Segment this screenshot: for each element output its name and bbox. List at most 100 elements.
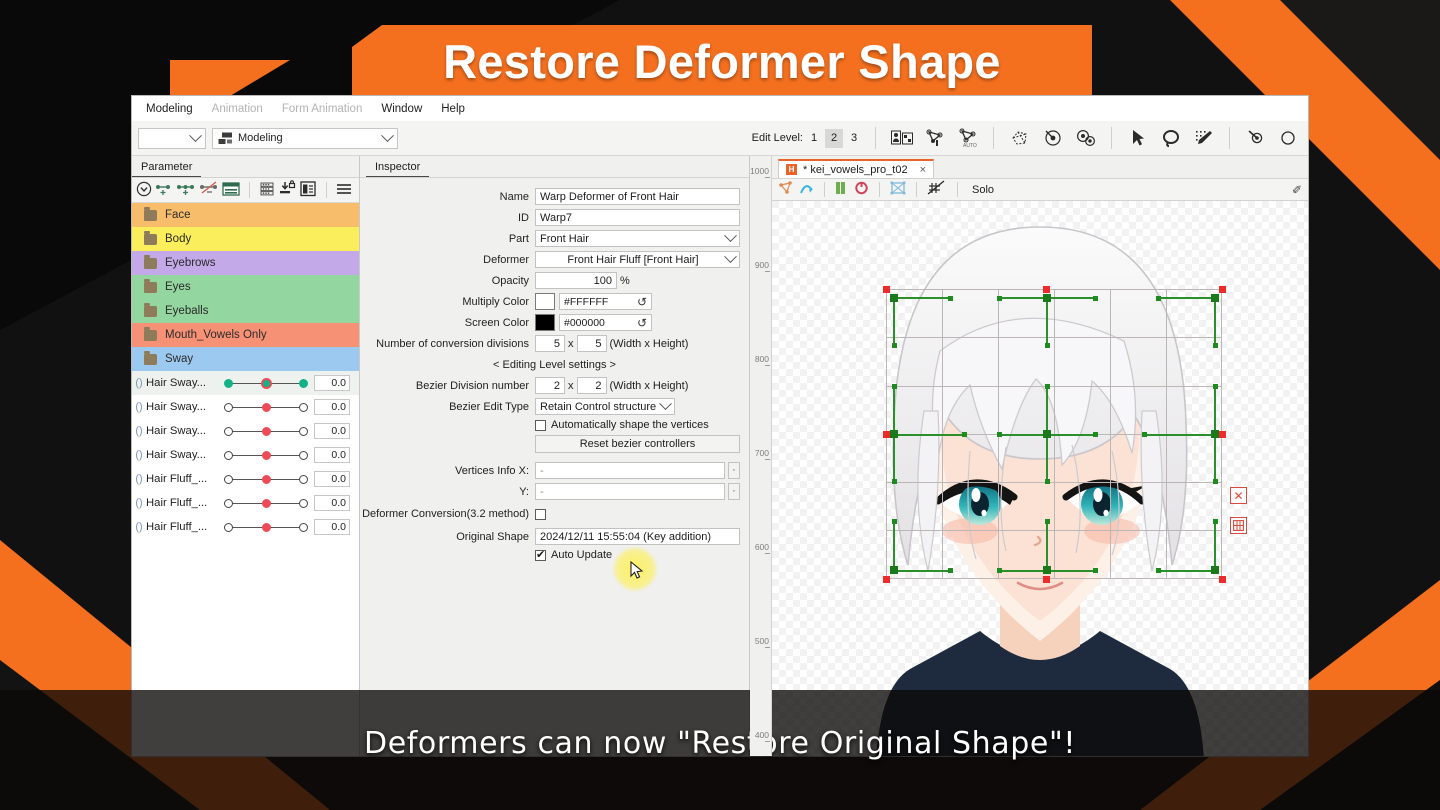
bezier-control-point[interactable] xyxy=(892,343,897,348)
parameter-value[interactable]: 0.0 xyxy=(314,495,350,511)
parameter-row[interactable]: () Hair Sway... 0.0 xyxy=(132,371,359,395)
param-group-face[interactable]: Face xyxy=(132,203,359,227)
vertices-x-input[interactable]: - xyxy=(535,462,725,479)
name-input[interactable]: Warp Deformer of Front Hair xyxy=(535,188,740,205)
mesh-show-icon[interactable] xyxy=(778,181,795,199)
parameter-slider[interactable] xyxy=(222,399,310,415)
slider-knob-max[interactable] xyxy=(299,475,308,484)
slider-knob-max[interactable] xyxy=(299,403,308,412)
remove-point-icon[interactable] xyxy=(199,181,219,200)
parameter-value[interactable]: 0.0 xyxy=(314,423,350,439)
deformer-corner-handle[interactable] xyxy=(883,576,890,583)
edit-level-3[interactable]: 3 xyxy=(845,129,863,148)
bezier-control-point[interactable] xyxy=(948,568,953,573)
slider-knob-max[interactable] xyxy=(299,499,308,508)
bezier-vertex-handle[interactable] xyxy=(890,430,898,438)
menu-item-animation[interactable]: Animation xyxy=(212,103,263,115)
auto-shape-checkbox[interactable] xyxy=(535,420,546,431)
parameter-row[interactable]: () Hair Fluff_... 0.0 xyxy=(132,467,359,491)
slider-knob-min[interactable] xyxy=(224,403,233,412)
bezier-control-point[interactable] xyxy=(1213,343,1218,348)
loop-icon[interactable] xyxy=(854,181,869,198)
rotation-deformer-icon[interactable] xyxy=(1039,125,1066,151)
param-group-body[interactable]: Body xyxy=(132,227,359,251)
bezier-control-point[interactable] xyxy=(948,296,953,301)
deformer-corner-handle[interactable] xyxy=(1219,576,1226,583)
warp-deformer-overlay[interactable]: ✕ xyxy=(886,289,1222,579)
param-group-eyeballs[interactable]: Eyeballs xyxy=(132,299,359,323)
bezier-control-point[interactable] xyxy=(1213,384,1218,389)
slider-knob-min[interactable] xyxy=(224,427,233,436)
bezier-control-point[interactable] xyxy=(892,384,897,389)
bezier-control-point[interactable] xyxy=(892,479,897,484)
deformer-corner-handle[interactable] xyxy=(883,286,890,293)
pin-icon[interactable]: ✐ xyxy=(1292,183,1302,197)
vertices-x-menu-button[interactable]: · xyxy=(728,462,740,479)
slider-knob-min[interactable] xyxy=(224,475,233,484)
parameter-slider[interactable] xyxy=(222,423,310,439)
bezier-height-input[interactable]: 2 xyxy=(577,377,607,394)
bezier-vertex-handle[interactable] xyxy=(1211,294,1219,302)
reset-screen-color-icon[interactable]: ↺ xyxy=(637,316,647,330)
slider-knob-mid[interactable] xyxy=(262,475,271,484)
parameter-slider[interactable] xyxy=(222,375,310,391)
keyframe-list-icon[interactable] xyxy=(222,181,240,200)
parameter-slider[interactable] xyxy=(222,471,310,487)
hamburger-menu-icon[interactable] xyxy=(336,182,352,199)
auto-key-icon[interactable]: AUTO xyxy=(954,125,981,151)
lock-import-icon[interactable] xyxy=(278,180,296,200)
bezier-vertex-handle[interactable] xyxy=(1043,566,1051,574)
opacity-input[interactable]: 100 xyxy=(535,272,617,289)
vertices-y-input[interactable]: - xyxy=(535,483,725,500)
param-group-eyebrows[interactable]: Eyebrows xyxy=(132,251,359,275)
bezier-control-point[interactable] xyxy=(1156,568,1161,573)
bezier-vertex-handle[interactable] xyxy=(1211,566,1219,574)
clipboard-icon[interactable] xyxy=(299,180,317,200)
parameter-row[interactable]: () Hair Fluff_... 0.0 xyxy=(132,515,359,539)
parameter-key-icon[interactable] xyxy=(921,125,948,151)
bezier-control-point[interactable] xyxy=(1142,432,1147,437)
parameter-value[interactable]: 0.0 xyxy=(314,447,350,463)
arrow-select-icon[interactable] xyxy=(1124,125,1151,151)
bezier-control-point[interactable] xyxy=(892,519,897,524)
screen-color-hex[interactable]: #000000 ↺ xyxy=(559,314,652,331)
lasso-select-icon[interactable] xyxy=(1157,125,1184,151)
slider-knob-max[interactable] xyxy=(299,451,308,460)
parameter-row[interactable]: () Hair Sway... 0.0 xyxy=(132,419,359,443)
menu-item-form-animation[interactable]: Form Animation xyxy=(282,103,363,115)
bezier-control-point[interactable] xyxy=(1045,519,1050,524)
bezier-control-point[interactable] xyxy=(997,568,1002,573)
brush-select-icon[interactable] xyxy=(1190,125,1217,151)
delete-deformer-icon[interactable]: ✕ xyxy=(1230,487,1247,504)
slider-knob-mid[interactable] xyxy=(262,451,271,460)
edit-level-2[interactable]: 2 xyxy=(825,129,843,148)
warp-deformer-icon[interactable] xyxy=(1242,125,1269,151)
tab-inspector[interactable]: Inspector xyxy=(366,161,429,177)
parameter-slider[interactable] xyxy=(222,495,310,511)
slider-knob-mid[interactable] xyxy=(261,378,272,389)
param-group-sway[interactable]: Sway xyxy=(132,347,359,371)
parameter-value[interactable]: 0.0 xyxy=(314,471,350,487)
edit-level-1[interactable]: 1 xyxy=(805,129,823,148)
grid-hide-icon[interactable] xyxy=(927,180,947,199)
bounding-box-icon[interactable] xyxy=(890,181,906,198)
bezier-vertex-handle[interactable] xyxy=(890,566,898,574)
auto-update-checkbox[interactable] xyxy=(535,550,546,561)
bezier-control-point[interactable] xyxy=(1093,568,1098,573)
parameter-value[interactable]: 0.0 xyxy=(314,519,350,535)
slider-knob-max[interactable] xyxy=(299,523,308,532)
bezier-control-point[interactable] xyxy=(1093,432,1098,437)
rotation-deformer-add-icon[interactable] xyxy=(1072,125,1099,151)
bezier-control-point[interactable] xyxy=(1093,296,1098,301)
id-input[interactable]: Warp7 xyxy=(535,209,740,226)
model-selector[interactable] xyxy=(138,128,206,149)
bezier-control-point[interactable] xyxy=(962,432,967,437)
parameter-slider[interactable] xyxy=(222,519,310,535)
deformer-select[interactable]: Front Hair Fluff [Front Hair] xyxy=(535,251,740,268)
bezier-control-point[interactable] xyxy=(997,432,1002,437)
slider-knob-min[interactable] xyxy=(224,451,233,460)
original-shape-value[interactable]: 2024/12/11 15:55:04 (Key addition) xyxy=(535,528,740,545)
parameter-list[interactable]: Face Body Eyebrows Eyes Eyeballs Mouth_V… xyxy=(132,203,359,756)
divisions-height-input[interactable]: 5 xyxy=(577,335,607,352)
bezier-width-input[interactable]: 2 xyxy=(535,377,565,394)
